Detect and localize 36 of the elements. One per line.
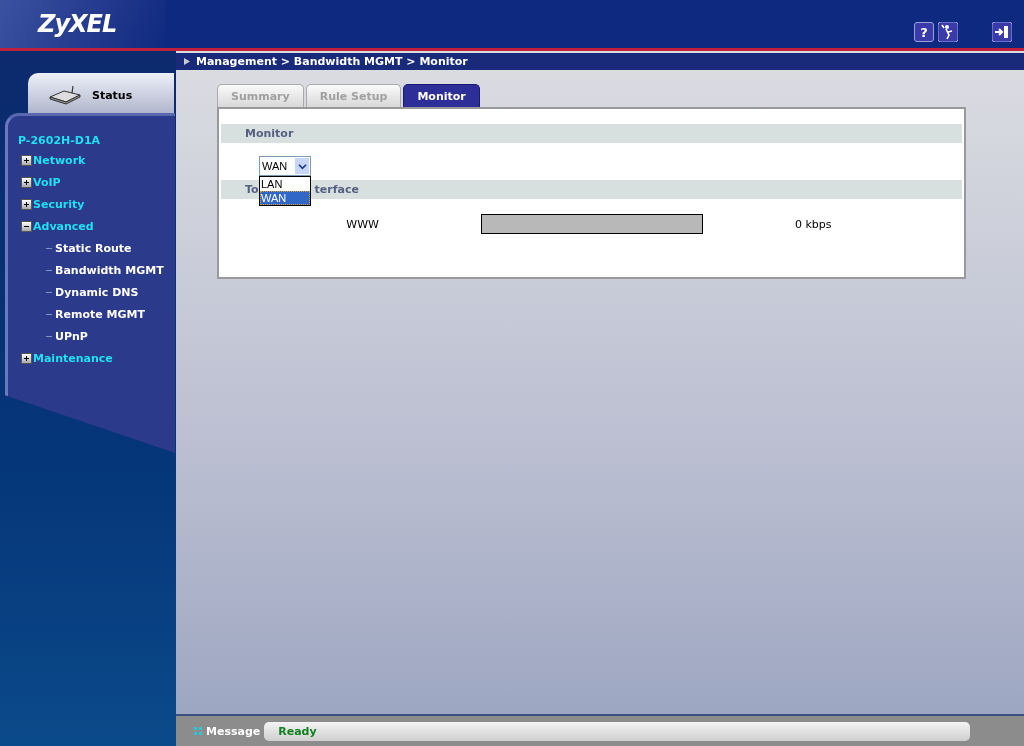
device-name: P-2602H-D1A — [18, 134, 102, 147]
status-message: Ready — [278, 724, 317, 738]
usage-reading: 0 kbps — [795, 217, 832, 231]
status-label: Status — [92, 88, 133, 102]
submenu-item[interactable]: UPnP — [55, 329, 88, 343]
expand-icon[interactable] — [21, 154, 32, 166]
collapse-icon[interactable] — [21, 220, 32, 232]
submenu-item[interactable]: Bandwidth MGMT — [55, 263, 164, 277]
expand-icon[interactable] — [21, 198, 32, 210]
help-button[interactable]: ? — [914, 22, 934, 42]
menu-item[interactable]: Maintenance — [33, 351, 113, 365]
tab[interactable]: Monitor — [403, 84, 480, 107]
router-icon — [48, 85, 82, 105]
menu-item[interactable]: Security — [33, 197, 85, 211]
menu-item[interactable]: VoIP — [33, 175, 61, 189]
submenu-item[interactable]: Remote MGMT — [55, 307, 145, 321]
menu-item[interactable]: Network — [33, 153, 86, 167]
interface-name: WWW — [345, 217, 379, 231]
dots-icon — [194, 727, 202, 735]
section-title: Monitor — [245, 127, 294, 140]
menu-item[interactable]: Advanced — [33, 219, 94, 233]
dropdown-option[interactable]: WAN — [260, 191, 310, 205]
submenu-item[interactable]: Static Route — [55, 241, 132, 255]
dropdown-option[interactable]: LAN — [260, 177, 310, 191]
logout-icon[interactable] — [992, 22, 1012, 42]
expand-icon[interactable] — [21, 176, 32, 188]
submenu-item[interactable]: Dynamic DNS — [55, 285, 139, 299]
logo: ZyXEL — [38, 10, 117, 38]
interface-select[interactable]: WAN — [259, 156, 311, 176]
wizard-icon[interactable] — [938, 22, 958, 42]
section-title: To — [245, 183, 259, 196]
chevron-icon — [184, 58, 190, 65]
breadcrumb: Management > Bandwidth MGMT > Monitor — [196, 55, 468, 68]
section-title: terface — [314, 183, 359, 196]
expand-icon[interactable] — [21, 352, 32, 364]
message-label: Message — [206, 724, 261, 738]
